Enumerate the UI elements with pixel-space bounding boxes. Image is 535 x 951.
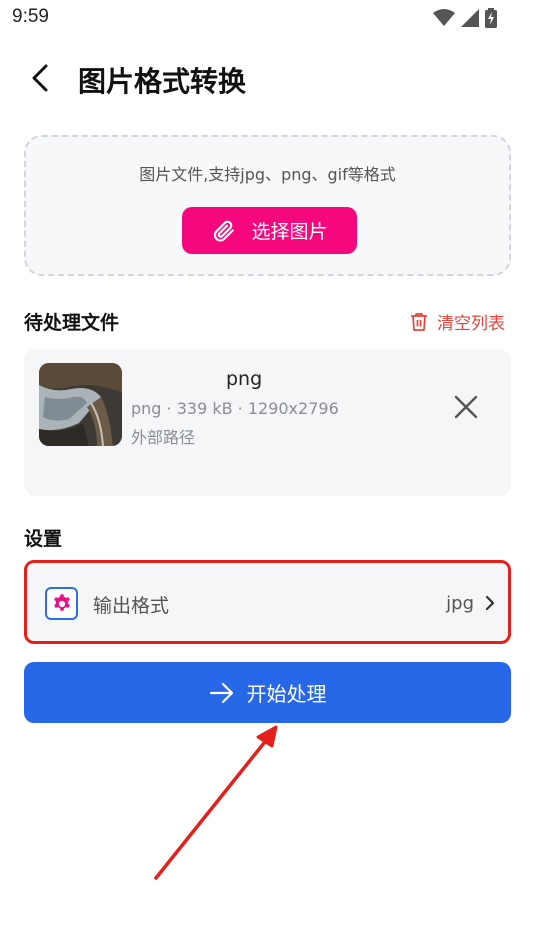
gear-icon bbox=[53, 593, 70, 611]
signal-icon bbox=[461, 9, 479, 27]
back-button[interactable] bbox=[24, 60, 60, 96]
upload-dropzone[interactable]: 图片文件,支持jpg、png、gif等格式 选择图片 bbox=[24, 135, 511, 276]
trash-icon bbox=[411, 312, 427, 331]
select-image-button[interactable]: 选择图片 bbox=[182, 207, 357, 254]
clear-list-button[interactable]: 清空列表 bbox=[409, 309, 505, 334]
start-processing-button[interactable]: 开始处理 bbox=[24, 662, 511, 723]
file-thumbnail bbox=[39, 363, 122, 446]
status-time: 9:59 bbox=[12, 6, 49, 27]
pending-files-title: 待处理文件 bbox=[24, 312, 120, 334]
header: 图片格式转换 bbox=[0, 52, 535, 104]
wifi-icon bbox=[433, 9, 455, 26]
status-icons bbox=[433, 8, 497, 28]
file-card: png png · 339 kB · 1290x2796 外部路径 bbox=[24, 349, 511, 496]
clear-list-label: 清空列表 bbox=[437, 314, 505, 334]
output-format-icon-box bbox=[45, 587, 78, 620]
close-icon bbox=[454, 395, 478, 419]
chevron-right-icon bbox=[485, 595, 495, 611]
file-path: 外部路径 bbox=[131, 428, 196, 447]
battery-charging-icon bbox=[485, 8, 497, 28]
remove-file-button[interactable] bbox=[451, 392, 481, 422]
output-format-label: 输出格式 bbox=[93, 595, 170, 617]
output-format-row[interactable]: 输出格式 jpg bbox=[24, 560, 511, 644]
select-image-label: 选择图片 bbox=[251, 221, 328, 243]
settings-title: 设置 bbox=[24, 528, 63, 550]
page-title: 图片格式转换 bbox=[78, 65, 247, 98]
arrow-right-icon bbox=[209, 682, 233, 703]
file-name: png bbox=[226, 368, 263, 390]
status-bar: 9:59 bbox=[0, 0, 535, 36]
chevron-left-icon bbox=[32, 64, 48, 92]
paperclip-icon bbox=[214, 220, 235, 242]
upload-hint: 图片文件,支持jpg、png、gif等格式 bbox=[139, 165, 396, 184]
start-processing-label: 开始处理 bbox=[246, 682, 327, 706]
output-format-value: jpg bbox=[446, 593, 474, 614]
file-meta: png · 339 kB · 1290x2796 bbox=[131, 399, 339, 418]
